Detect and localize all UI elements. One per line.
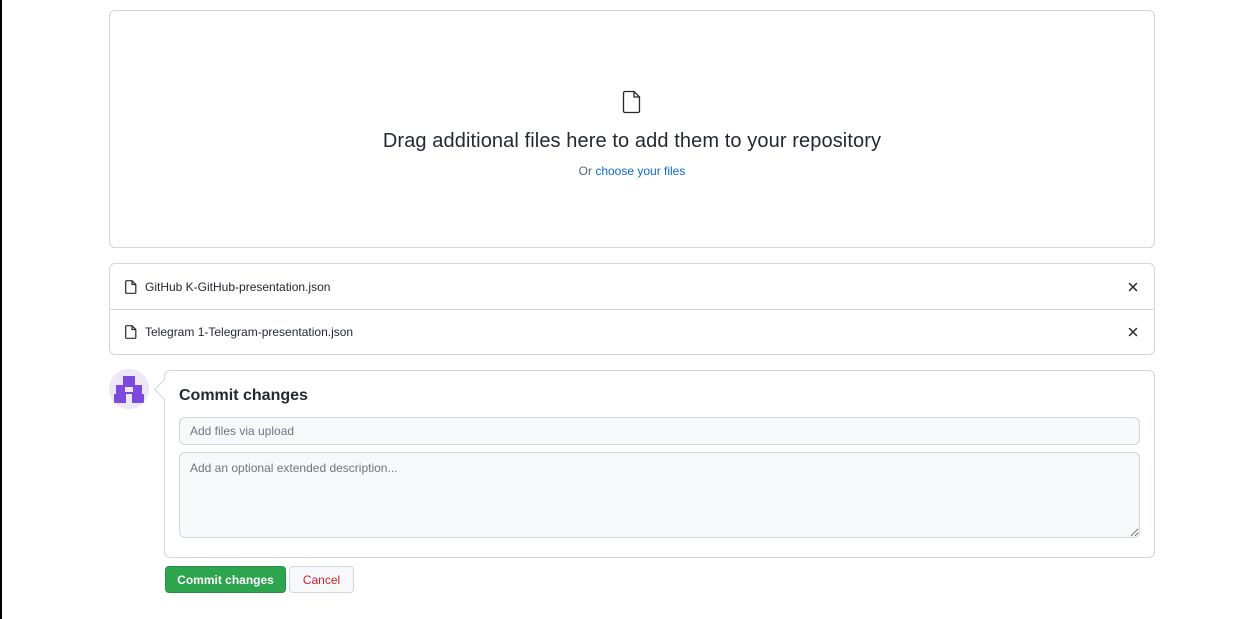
file-row: GitHub K-GitHub-presentation.json xyxy=(110,264,1154,309)
file-icon xyxy=(622,90,641,114)
avatar[interactable] xyxy=(109,369,149,409)
file-icon xyxy=(125,279,137,294)
commit-form: Commit changes xyxy=(164,370,1155,558)
dropzone-sub-prefix: Or xyxy=(578,164,592,178)
file-name: GitHub K-GitHub-presentation.json xyxy=(145,279,331,294)
identicon-image xyxy=(109,369,149,409)
file-icon xyxy=(125,325,137,339)
file-name: Telegram 1-Telegram-presentation.json xyxy=(145,325,354,339)
dropzone-heading: Drag additional files here to add them t… xyxy=(382,130,882,152)
commit-changes-button[interactable]: Commit changes xyxy=(165,566,286,593)
window-edge xyxy=(0,0,2,619)
file-row: Telegram 1-Telegram-presentation.json xyxy=(110,309,1154,354)
commit-description-input[interactable] xyxy=(179,452,1140,538)
commit-summary-input[interactable] xyxy=(179,417,1140,445)
x-icon[interactable] xyxy=(1126,325,1140,339)
choose-files-link[interactable]: choose your files xyxy=(595,164,685,178)
cancel-button[interactable]: Cancel xyxy=(289,566,354,593)
uploaded-file-list: GitHub K-GitHub-presentation.json Telegr… xyxy=(109,263,1155,355)
commit-title: Commit changes xyxy=(179,387,308,404)
dropzone-subtext: Or choose your files xyxy=(110,164,1154,178)
file-dropzone[interactable]: Drag additional files here to add them t… xyxy=(109,10,1155,248)
x-icon[interactable] xyxy=(1126,280,1140,294)
